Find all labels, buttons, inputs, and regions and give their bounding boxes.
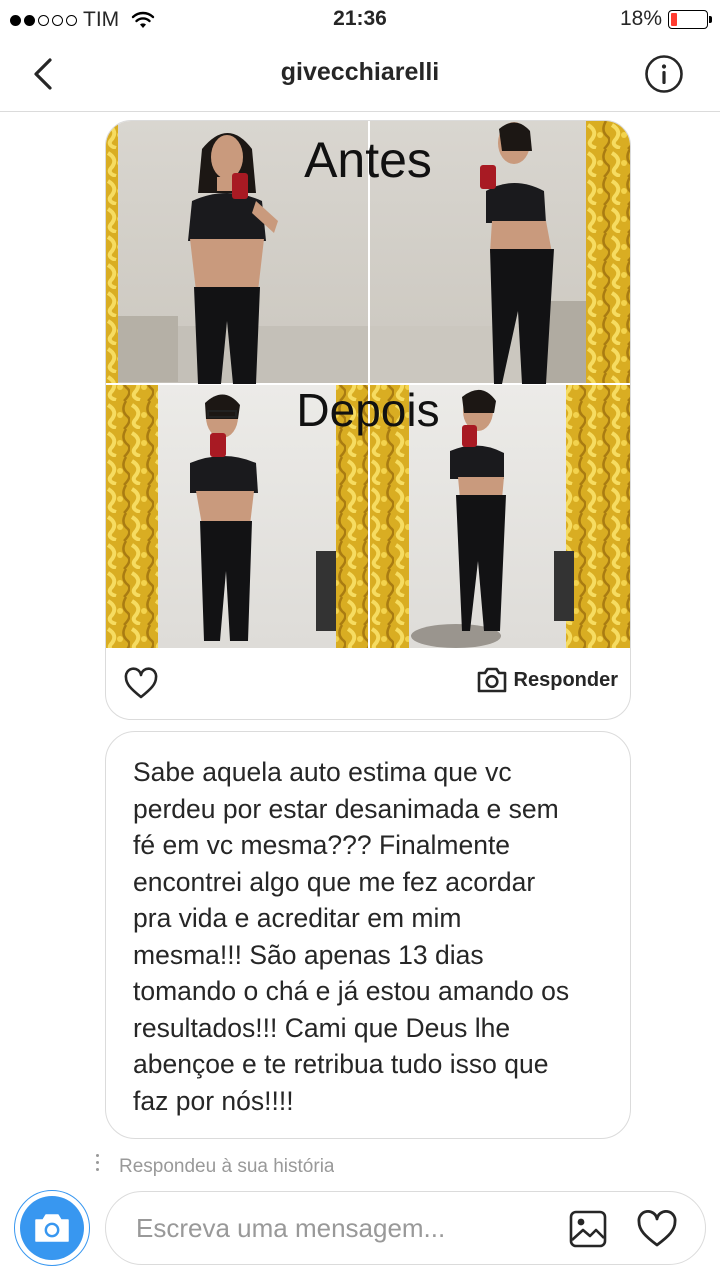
story-card-actions: Responder (106, 648, 630, 719)
message-composer (105, 1191, 706, 1265)
more-dots-icon (96, 1154, 99, 1171)
battery-level (671, 12, 678, 26)
after-caption: Depois (296, 384, 439, 436)
heart-outline-icon[interactable] (123, 666, 159, 702)
chat-header: givecchiarelli (0, 38, 720, 112)
message-bubble[interactable]: Sabe aquela auto estima que vc perdeu po… (105, 731, 631, 1139)
reply-label: Responder (513, 668, 618, 691)
before-after-photo[interactable]: Antes Depois (106, 121, 631, 648)
battery-icon (668, 9, 712, 29)
before-caption: Antes (304, 132, 432, 188)
message-text: Sabe aquela auto estima que vc perdeu po… (133, 757, 570, 1116)
image-icon[interactable] (568, 1209, 608, 1249)
camera-icon (477, 667, 506, 693)
status-bar: TIM 21:36 18% (0, 0, 720, 38)
camera-icon (35, 1214, 69, 1242)
message-input[interactable] (136, 1210, 536, 1246)
info-circle-icon[interactable] (644, 54, 684, 94)
story-reply-button[interactable]: Responder (476, 666, 618, 694)
battery-status: 18% (619, 7, 712, 31)
story-reply-card[interactable]: Antes Depois Responder (105, 120, 631, 720)
heart-outline-icon[interactable] (636, 1209, 678, 1249)
battery-percent: 18% (619, 7, 662, 30)
replied-to-story-label: Respondeu à sua história (119, 1156, 335, 1177)
story-reply-indicator: Respondeu à sua história (96, 1152, 334, 1178)
clock: 21:36 (333, 7, 387, 30)
camera-button[interactable] (14, 1190, 90, 1266)
conversation-title[interactable]: givecchiarelli (0, 58, 720, 87)
